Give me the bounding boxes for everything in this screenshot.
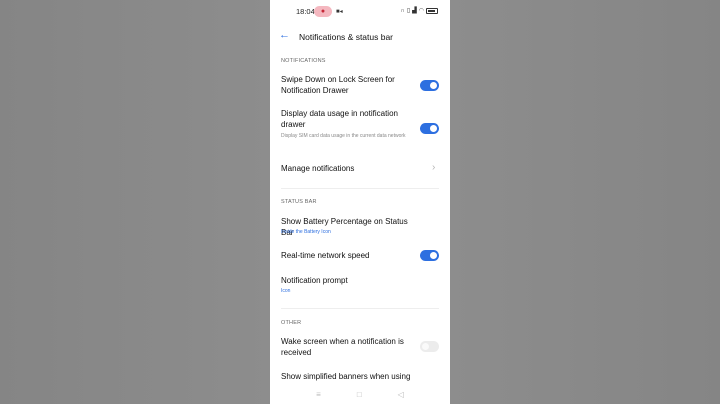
network-speed-toggle[interactable]: [420, 250, 439, 261]
back-icon[interactable]: ◁: [398, 390, 404, 399]
swipe-down-title[interactable]: Swipe Down on Lock Screen for Notificati…: [281, 74, 413, 96]
page-header: ← Notifications & status bar: [270, 28, 450, 46]
divider: [281, 308, 439, 309]
blurred-background-right: [450, 0, 720, 404]
divider: [281, 188, 439, 189]
wake-screen-toggle[interactable]: [420, 341, 439, 352]
signal-icon: ▟: [412, 8, 417, 14]
headphones-icon: ∩: [400, 7, 405, 14]
network-speed-title[interactable]: Real-time network speed: [281, 250, 413, 261]
data-usage-toggle[interactable]: [420, 123, 439, 134]
data-usage-title[interactable]: Display data usage in notification drawe…: [281, 108, 413, 130]
status-time: 18:04: [296, 7, 315, 16]
notification-prompt-title[interactable]: Notification prompt: [281, 275, 413, 286]
video-icon: ■◂: [336, 9, 343, 15]
wifi-icon: ◠: [418, 8, 424, 14]
chevron-right-icon: ›: [432, 162, 436, 173]
simplified-banners-title[interactable]: Show simplified banners when using: [281, 371, 413, 382]
section-other: OTHER: [281, 320, 302, 326]
menu-icon[interactable]: ≡: [316, 390, 321, 399]
status-icons: ∩ ▯ ▟ ◠: [400, 7, 438, 14]
manage-notifications-item[interactable]: Manage notifications: [281, 163, 413, 174]
blurred-background-left: [0, 0, 270, 404]
vibrate-icon: ▯: [406, 8, 411, 14]
status-bar: 18:04 ● ■◂ ∩ ▯ ▟ ◠: [270, 0, 450, 24]
home-icon[interactable]: □: [357, 390, 362, 399]
battery-icon: [426, 7, 438, 14]
phone-screen: 18:04 ● ■◂ ∩ ▯ ▟ ◠ ← Notifications & sta…: [270, 0, 450, 404]
wake-screen-title[interactable]: Wake screen when a notification is recei…: [281, 336, 413, 358]
page-title: Notifications & status bar: [299, 32, 394, 42]
section-status-bar: STATUS BAR: [281, 199, 317, 205]
data-usage-subtitle: Display SIM card data usage in the curre…: [281, 133, 406, 139]
navigation-bar: ≡ □ ◁: [270, 384, 450, 404]
section-notifications: NOTIFICATIONS: [281, 58, 326, 64]
swipe-down-toggle[interactable]: [420, 80, 439, 91]
back-arrow-icon[interactable]: ←: [279, 29, 290, 41]
battery-percentage-value: Inside the Battery Icon: [281, 229, 331, 235]
notification-prompt-value: Icon: [281, 288, 291, 294]
microphone-icon: ●: [314, 6, 332, 17]
